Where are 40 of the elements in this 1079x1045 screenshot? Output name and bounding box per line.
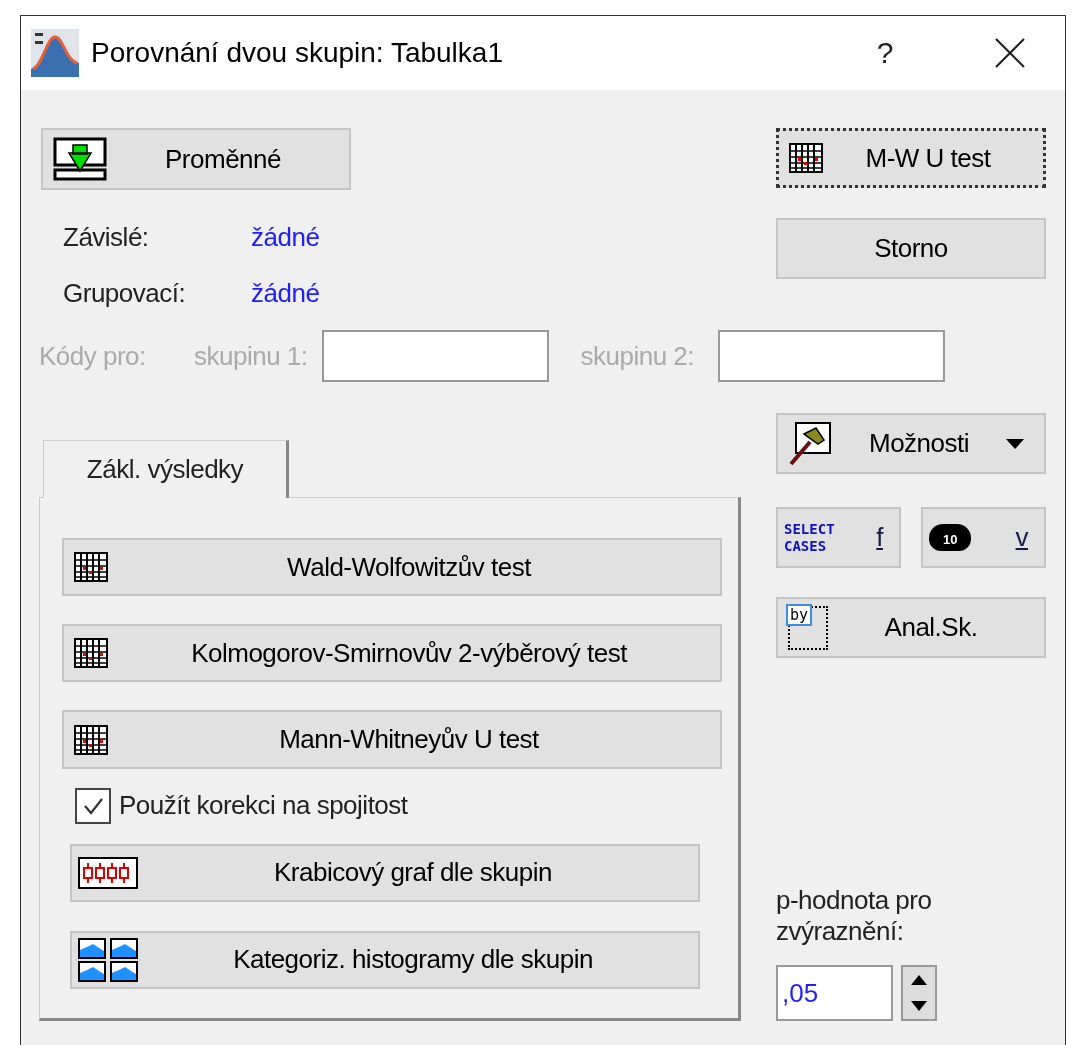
test-button[interactable]: Mann-Whitneyův U test <box>62 710 722 769</box>
cancel-button[interactable]: Storno <box>776 218 1046 279</box>
tab[interactable]: Zákl. výsledky <box>43 440 289 498</box>
codes-label: Kódy pro: <box>39 340 147 372</box>
hammer-icon <box>788 421 832 466</box>
grid-icon <box>74 724 108 755</box>
grid-icon <box>74 552 108 583</box>
checkbox-label: Použít korekci na spojitost <box>119 790 408 822</box>
p-value-field[interactable]: ,05 <box>776 965 893 1021</box>
window-title: Porovnání dvou skupin: Tabulka1 <box>91 37 504 69</box>
help-button[interactable]: ? <box>855 35 915 71</box>
by-group-icon: by <box>788 605 828 650</box>
options-button[interactable]: Možnosti <box>776 413 1046 474</box>
selection-label: Závislé: <box>63 221 150 253</box>
test-button[interactable]: Kolmogorov-Smirnovův 2-výběrový test <box>62 624 722 683</box>
selection-label: Grupovací: <box>63 277 187 309</box>
variables-button[interactable]: Proměnné <box>41 128 351 190</box>
spin-buttons[interactable] <box>901 965 937 1021</box>
selection-value: žádné <box>251 221 320 253</box>
test-button[interactable]: Wald-Wolfowitzův test <box>62 538 722 597</box>
bell-curve-icon <box>31 29 79 77</box>
dropdown-caret-icon <box>1006 438 1024 449</box>
selection-value: žádné <box>251 277 320 309</box>
chart-button[interactable]: Kategoriz. histogramy dle skupin <box>70 930 700 989</box>
weights-button[interactable]: 10 v <box>921 507 1046 568</box>
by-group-button[interactable]: by Anal.Sk. <box>776 597 1046 658</box>
checkbox[interactable] <box>75 787 111 824</box>
grid-icon <box>789 143 823 173</box>
boxplot-icon <box>78 856 138 889</box>
weight-icon: 10 <box>929 524 972 551</box>
close-icon <box>994 37 1026 69</box>
chart-button[interactable]: Krabicový graf dle skupin <box>70 843 700 902</box>
p-value-label: p-hodnota pro zvýraznění: <box>776 884 933 947</box>
group-code-label: skupinu 1: <box>194 340 308 372</box>
download-arrow-icon <box>53 137 107 181</box>
ok-button[interactable]: M-W U test <box>776 128 1046 188</box>
grid-icon <box>74 638 108 669</box>
histogram-grid-icon <box>78 937 138 982</box>
select-cases-button[interactable]: SELECT CASES f <box>776 507 901 568</box>
group-code-label: skupinu 2: <box>580 340 695 372</box>
